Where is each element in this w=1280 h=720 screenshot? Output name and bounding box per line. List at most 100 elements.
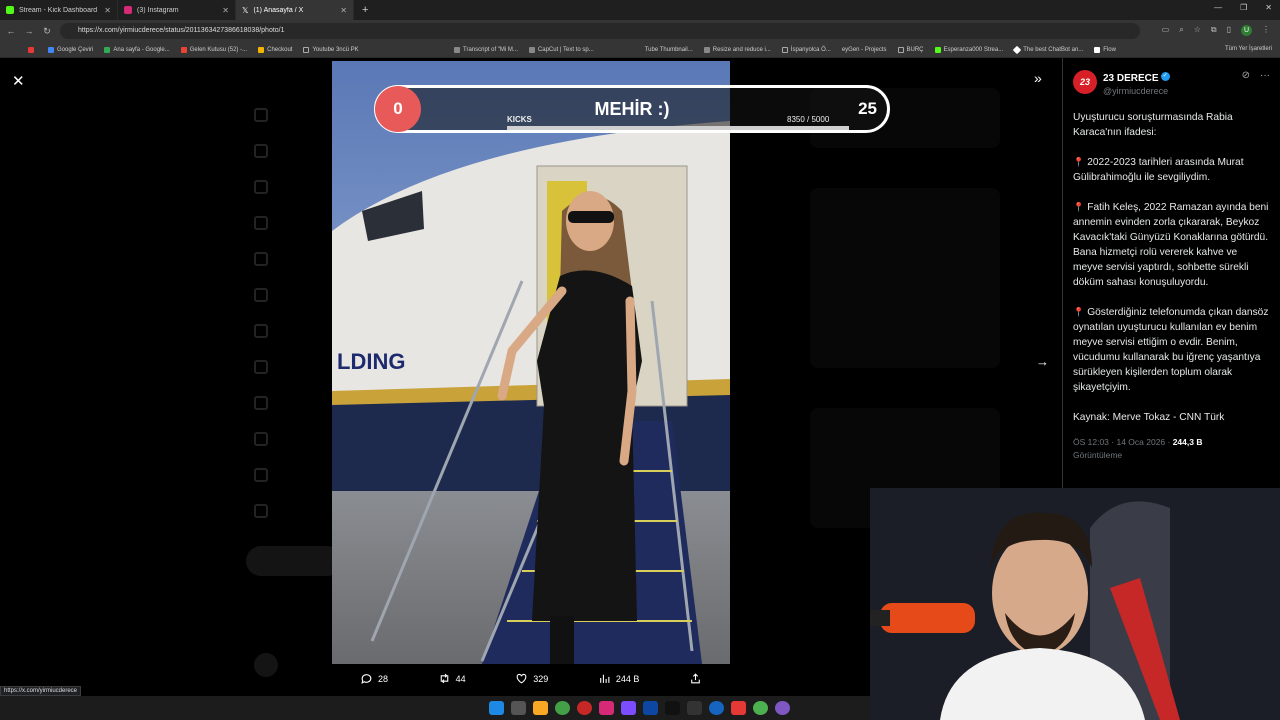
dim-nav-item bbox=[254, 288, 268, 302]
webcam-image bbox=[870, 488, 1280, 720]
chrome-icon[interactable] bbox=[555, 701, 570, 715]
reload-icon[interactable]: ↻ bbox=[40, 26, 54, 37]
star-icon[interactable]: ☆ bbox=[1194, 25, 1201, 36]
bookmark-item[interactable]: İspanyolca Ö... bbox=[781, 47, 831, 53]
kick-favicon-icon bbox=[6, 6, 14, 14]
task-view-icon[interactable] bbox=[511, 701, 526, 715]
repost-count: 44 bbox=[455, 673, 466, 684]
tweet-time[interactable]: ÖS 12:03 · 14 Oca 2026 · bbox=[1073, 437, 1173, 447]
minimize-icon[interactable]: — bbox=[1214, 3, 1222, 12]
discord-icon[interactable] bbox=[621, 701, 636, 715]
bookmark-item[interactable]: The best ChatBot an... bbox=[1013, 45, 1083, 55]
bookmark-label: Flow bbox=[1103, 47, 1116, 53]
more-icon[interactable]: ··· bbox=[1260, 70, 1270, 81]
tab-kick[interactable]: Stream - Kick Dashboard ✕ bbox=[0, 0, 118, 20]
bookmark-label: eyGen - Projects bbox=[841, 47, 887, 53]
tweet-views-label: Görüntüleme bbox=[1073, 450, 1123, 460]
bookmark-label: Resize and reduce i... bbox=[712, 47, 771, 53]
views-button[interactable]: 244 B bbox=[598, 672, 640, 685]
dim-nav-item bbox=[254, 360, 268, 374]
dim-avatar bbox=[254, 653, 278, 677]
bookmark-item[interactable]: Checkout bbox=[258, 46, 292, 53]
tweet-photo[interactable]: LDING bbox=[332, 61, 730, 664]
close-tab-icon[interactable]: ✕ bbox=[340, 6, 347, 15]
bookmark-item[interactable]: Esperanza000 Strea... bbox=[934, 47, 1003, 53]
like-count: 329 bbox=[533, 673, 549, 684]
dim-nav-item bbox=[254, 180, 268, 194]
url-input[interactable]: https://x.com/yirmiucderece/status/20113… bbox=[60, 23, 1140, 39]
progress-bar bbox=[507, 126, 849, 130]
repost-icon bbox=[440, 673, 448, 684]
tiktok-icon[interactable] bbox=[665, 701, 680, 715]
collapse-panel-icon[interactable]: » bbox=[1034, 70, 1042, 86]
menu-icon[interactable]: ⋮ bbox=[1262, 25, 1270, 36]
reply-button[interactable]: 28 bbox=[360, 672, 388, 685]
author-name[interactable]: 23 DERECE bbox=[1103, 73, 1159, 84]
bookmark-item[interactable]: Tube Thumbnail... bbox=[645, 47, 693, 53]
author-handle[interactable]: @yirmiucderece bbox=[1103, 86, 1170, 96]
close-viewer-icon[interactable]: ✕ bbox=[12, 72, 25, 90]
bookmark-item[interactable]: CapCut | Text to sp... bbox=[528, 47, 594, 53]
new-tab-icon[interactable]: + bbox=[362, 4, 368, 16]
instagram-icon[interactable] bbox=[599, 701, 614, 715]
bookmark-item[interactable] bbox=[28, 46, 37, 53]
file-explorer-icon[interactable] bbox=[533, 701, 548, 715]
instagram-favicon-icon bbox=[124, 6, 132, 14]
bookmark-item[interactable]: Resize and reduce i... bbox=[703, 47, 771, 53]
zoom-icon[interactable]: ⌕ bbox=[1179, 25, 1183, 36]
share-icon bbox=[691, 673, 700, 684]
close-window-icon[interactable]: ✕ bbox=[1265, 3, 1272, 12]
tweet-paragraph: Fatih Keleş, 2022 Ramazan ayında beni an… bbox=[1073, 202, 1269, 288]
reply-count: 28 bbox=[378, 673, 389, 684]
dim-nav-item bbox=[254, 324, 268, 338]
pin-icon: 📍 bbox=[1073, 202, 1085, 212]
opera-icon[interactable] bbox=[577, 701, 592, 715]
edge-icon[interactable] bbox=[709, 701, 724, 715]
cast-icon[interactable]: ▭ bbox=[1162, 25, 1170, 36]
next-photo-icon[interactable]: → bbox=[1036, 354, 1049, 369]
x-favicon-icon: 𝕏 bbox=[242, 6, 249, 15]
chrome-alt-icon[interactable] bbox=[753, 701, 768, 715]
bookmark-item[interactable]: Transcript of "Mi M... bbox=[454, 47, 518, 53]
bookmark-item[interactable]: Ana sayfa - Google... bbox=[104, 46, 170, 53]
bookmark-item[interactable]: eyGen - Projects bbox=[842, 47, 887, 53]
tab-label: (3) Instagram bbox=[137, 6, 179, 14]
extensions-icon[interactable]: ⧉ bbox=[1211, 25, 1217, 36]
app-icon[interactable] bbox=[731, 701, 746, 715]
forward-icon[interactable]: → bbox=[22, 26, 36, 36]
url-text: https://x.com/yirmiucderece/status/20113… bbox=[78, 27, 285, 34]
capcut-icon[interactable] bbox=[687, 701, 702, 715]
tab-x[interactable]: 𝕏 (1) Anasayfa / X ✕ bbox=[236, 0, 354, 20]
bookmark-item[interactable]: Flow bbox=[1094, 47, 1116, 53]
tab-label: (1) Anasayfa / X bbox=[253, 6, 304, 14]
views-count: 244 B bbox=[615, 673, 640, 684]
share-button[interactable] bbox=[689, 672, 702, 685]
bookmark-item[interactable]: Google Çeviri bbox=[48, 46, 93, 53]
tweet-paragraph: 2022-2023 tarihleri arasında Murat Gülib… bbox=[1073, 157, 1244, 183]
grok-icon[interactable]: ⊘ bbox=[1242, 70, 1250, 81]
maximize-icon[interactable]: ❐ bbox=[1240, 3, 1247, 12]
photoshop-icon[interactable] bbox=[643, 701, 658, 715]
bookmark-item[interactable]: Youtube 3ncü PK bbox=[303, 46, 359, 53]
obs-icon[interactable] bbox=[775, 701, 790, 715]
close-tab-icon[interactable]: ✕ bbox=[222, 6, 229, 15]
like-button[interactable]: 329 bbox=[515, 672, 548, 685]
bookmark-label: Youtube 3ncü PK bbox=[312, 46, 359, 53]
bookmark-item[interactable]: BURÇ bbox=[897, 47, 924, 53]
tab-instagram[interactable]: (3) Instagram ✕ bbox=[118, 0, 236, 20]
plane-text: LDING bbox=[337, 349, 405, 374]
profile-avatar[interactable]: U bbox=[1241, 25, 1252, 36]
sidepanel-icon[interactable]: ▯ bbox=[1227, 25, 1231, 36]
gmail-icon bbox=[180, 46, 187, 53]
repost-button[interactable]: 44 bbox=[438, 672, 466, 685]
close-tab-icon[interactable]: ✕ bbox=[104, 6, 111, 15]
kick-icon bbox=[934, 47, 941, 53]
pin-icon: 📍 bbox=[1073, 157, 1085, 167]
bookmark-item[interactable]: Gelen Kutusu (52) -... bbox=[180, 46, 247, 53]
back-icon[interactable]: ← bbox=[4, 26, 18, 36]
dimmed-sidebar bbox=[240, 58, 342, 696]
avatar[interactable]: 23 bbox=[1073, 70, 1097, 94]
bookmarks-bar-continued: Transcript of "Mi M... CapCut | Text to … bbox=[450, 42, 1280, 58]
windows-start-icon[interactable] bbox=[489, 701, 504, 715]
all-bookmarks[interactable]: Tüm Yer İşaretleri bbox=[1225, 46, 1272, 52]
